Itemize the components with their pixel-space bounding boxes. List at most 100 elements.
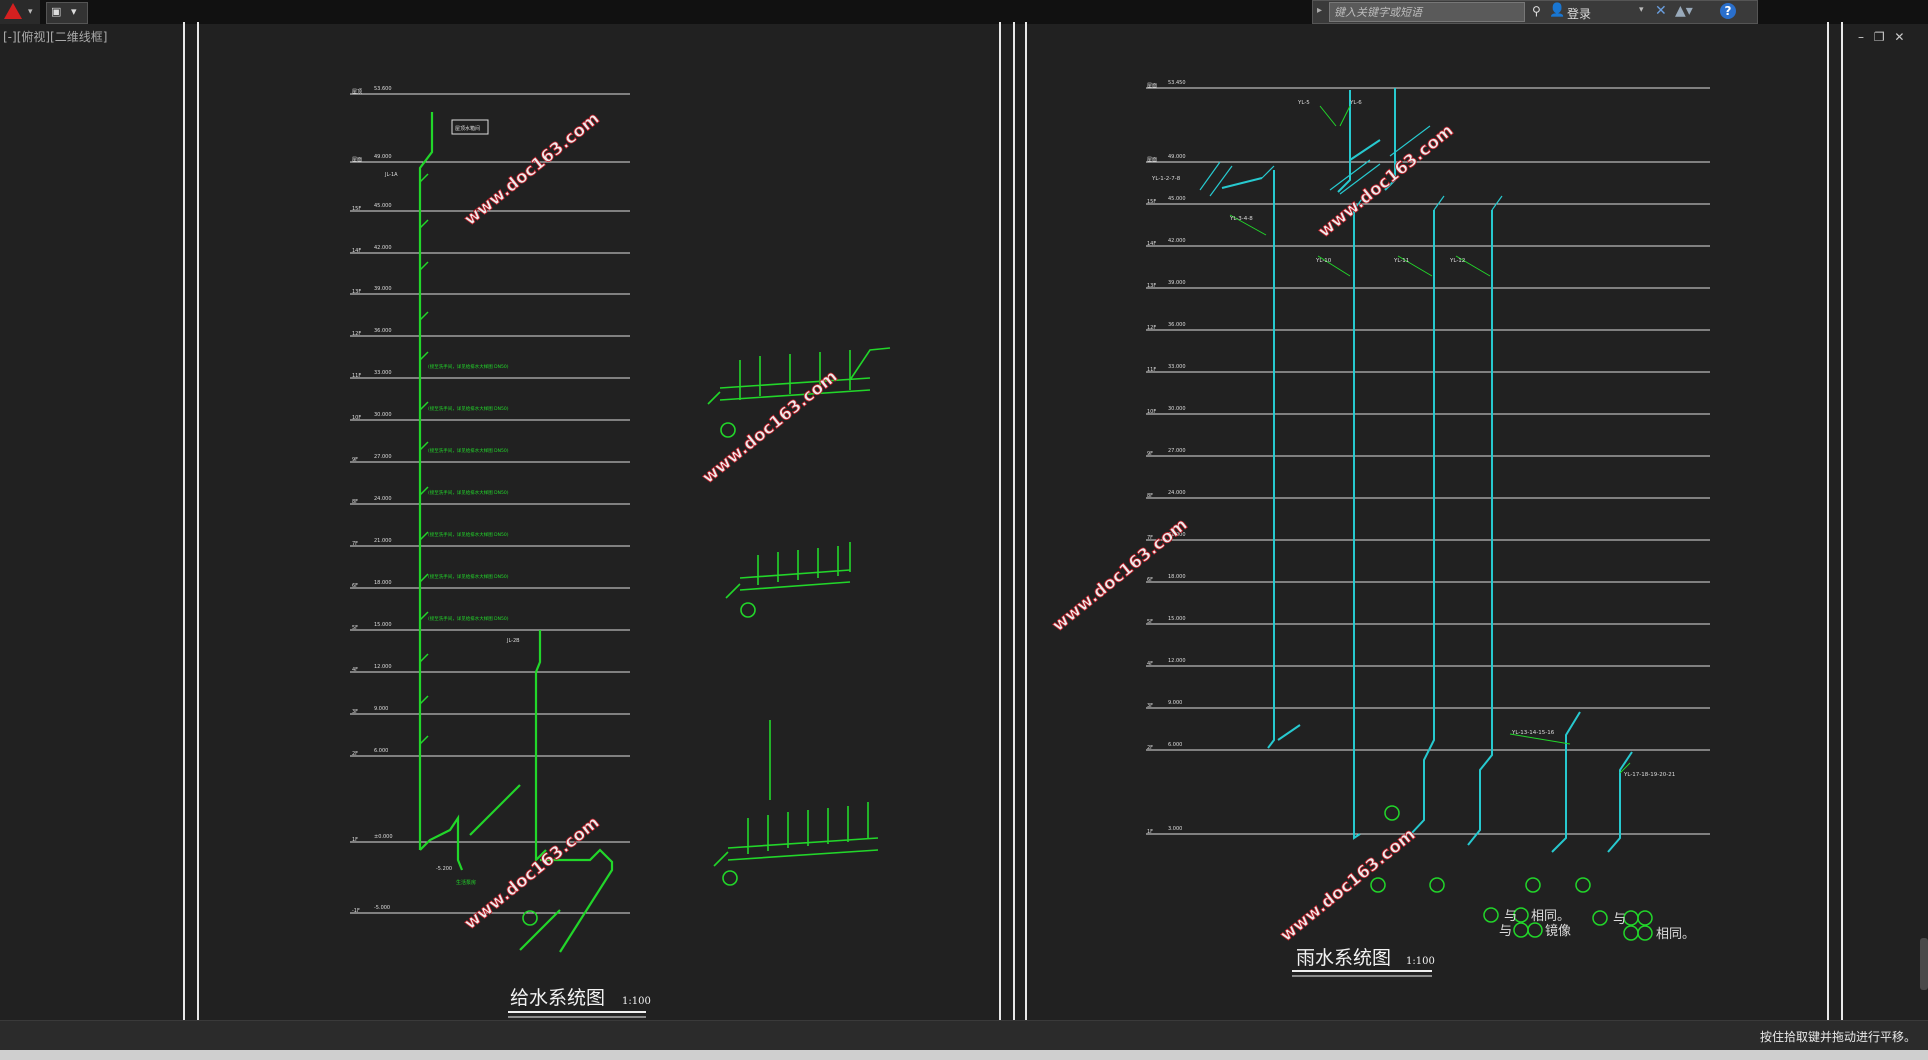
drain-riser-labels: YL-5 YL-6 YL-1-2-7-8 YL-3-4-8 YL-10 YL-11 YL-1…	[1151, 100, 1675, 778]
elevation-label: 9.000	[1168, 700, 1182, 706]
elevation-label: 45.000	[374, 203, 392, 209]
pump-elevation: -5.200	[436, 866, 452, 872]
branch-stub	[419, 573, 429, 583]
floor-label: 1F	[352, 837, 358, 843]
elevation-label: -5.000	[374, 905, 390, 911]
drawing-canvas[interactable]: 屋顶 53.600 屋面 49.000 15F 45.000 14F 42.000 13F 39.…	[0, 0, 1928, 1020]
riser-label: YL-17-18-19-20-21	[1623, 772, 1675, 778]
floor-label: 14F	[352, 248, 361, 254]
elevation-label: 21.000	[374, 538, 392, 544]
elevation-label: 12.000	[374, 664, 392, 670]
riser-label: YL-3-4-8	[1229, 216, 1253, 222]
floor-label: 9F	[1147, 451, 1153, 457]
floor-label: 9F	[352, 457, 358, 463]
riser-label: JL-1A	[384, 172, 398, 178]
branch-note: (接至洗手间，详见给排水大样图 DN50)	[428, 489, 509, 496]
riser-label: YL-1-2-7-8	[1151, 176, 1181, 182]
floor-label: 8F	[1147, 493, 1153, 499]
branch-stub	[419, 735, 429, 745]
riser-label: YL-10	[1315, 258, 1332, 264]
branch-note: (接至洗手间，详见给排水大样图 DN50)	[428, 573, 509, 580]
elevation-label: 24.000	[374, 496, 392, 502]
elevation-label: 53.450	[1168, 80, 1186, 86]
rain-drain-leaders	[1229, 105, 1631, 774]
floor-label: 11F	[1147, 367, 1156, 373]
elevation-label: 15.000	[374, 622, 392, 628]
drain-note-mirror-1: 与	[1499, 924, 1512, 939]
branch-stub	[419, 695, 429, 705]
floor-label: 屋面	[1147, 83, 1157, 89]
bottom-strip	[0, 1050, 1928, 1060]
floor-label: 6F	[352, 583, 358, 589]
floor-label: 12F	[1147, 325, 1156, 331]
pump-room-label: 生活泵房	[456, 879, 476, 886]
roof-tank-label: 屋顶水箱间	[455, 125, 480, 132]
drain-note-mirror-1b: 镜像	[1545, 924, 1571, 939]
elevation-label: 12.000	[1168, 658, 1186, 664]
supply-branch-notes: (接至洗手间，详见给排水大样图 DN50) (接至洗手间，详见给排水大样图 DN5…	[428, 363, 509, 622]
floor-label: 15F	[1147, 199, 1156, 205]
floor-label: 2F	[1147, 745, 1153, 751]
floor-label: 8F	[352, 499, 358, 505]
elevation-label: 45.000	[1168, 196, 1186, 202]
drain-title: 雨水系统图	[1296, 947, 1391, 969]
branch-stub	[419, 486, 429, 496]
elevation-label: 49.000	[1168, 154, 1186, 160]
status-bar: 按住拾取键并拖动进行平移。	[0, 1020, 1928, 1051]
supply-isometric-details	[707, 347, 891, 867]
branch-stub	[419, 611, 429, 621]
supply-scale: 1:100	[622, 996, 651, 1007]
elevation-label: 33.000	[1168, 364, 1186, 370]
floor-label: 11F	[352, 373, 361, 379]
elevation-label: 9.000	[374, 706, 388, 712]
elevation-label: 42.000	[1168, 238, 1186, 244]
watermarks: www.doc163.com www.doc163.com www.doc163…	[460, 108, 1458, 946]
riser-label: YL-5	[1297, 100, 1310, 106]
elevation-label: 53.600	[374, 86, 392, 92]
elevation-label: 6.000	[1168, 742, 1182, 748]
drain-floor-lines: 屋面 53.450 屋面 49.000 15F 45.000 14F 42.000 13F 39.…	[1146, 80, 1710, 835]
drain-scale: 1:100	[1406, 956, 1435, 967]
elevation-label: 39.000	[374, 286, 392, 292]
branch-note: (接至洗手间，详见给排水大样图 DN50)	[428, 363, 509, 370]
watermark-4: www.doc163.com	[1315, 121, 1458, 242]
elevation-label: 18.000	[374, 580, 392, 586]
floor-label: 3F	[1147, 703, 1153, 709]
elevation-label: 24.000	[1168, 490, 1186, 496]
drain-note-same-2: 与	[1613, 912, 1626, 927]
supply-title: 给水系统图	[510, 987, 605, 1009]
watermark-6: www.doc163.com	[1277, 825, 1420, 946]
floor-label: 13F	[1147, 283, 1156, 289]
branch-note: (接至洗手间，详见给排水大样图 DN50)	[428, 405, 509, 412]
elevation-label: 27.000	[374, 454, 392, 460]
elevation-label: 49.000	[374, 154, 392, 160]
branch-stub	[419, 401, 429, 411]
branch-note: (接至洗手间，详见给排水大样图 DN50)	[428, 615, 509, 622]
branch-stub	[419, 441, 429, 451]
floor-label: 1F	[1147, 829, 1153, 835]
riser-label-2: JL-2B	[506, 638, 520, 644]
branch-stub	[419, 351, 429, 361]
elevation-label: 27.000	[1168, 448, 1186, 454]
floor-label: 5F	[1147, 619, 1153, 625]
floor-label: -1F	[352, 908, 360, 914]
elevation-label: 18.000	[1168, 574, 1186, 580]
branch-note: (接至洗手间，详见给排水大样图 DN50)	[428, 531, 509, 538]
floor-label: 3F	[352, 709, 358, 715]
rain-drain-piping	[1221, 88, 1633, 853]
floor-label: 2F	[352, 751, 358, 757]
branch-stub	[419, 311, 429, 321]
drain-note-same-1b: 相同。	[1531, 909, 1570, 924]
floor-label: 7F	[352, 541, 358, 547]
elevation-label: 15.000	[1168, 616, 1186, 622]
vertical-scrollbar[interactable]	[1920, 938, 1928, 990]
elevation-label: 36.000	[1168, 322, 1186, 328]
elevation-label: 6.000	[374, 748, 388, 754]
branch-stub	[419, 653, 429, 663]
elevation-label: 42.000	[374, 245, 392, 251]
riser-label: YL-11	[1393, 258, 1409, 264]
elevation-label: 30.000	[374, 412, 392, 418]
floor-label: 14F	[1147, 241, 1156, 247]
elevation-label: 36.000	[374, 328, 392, 334]
branch-stub	[419, 261, 429, 271]
